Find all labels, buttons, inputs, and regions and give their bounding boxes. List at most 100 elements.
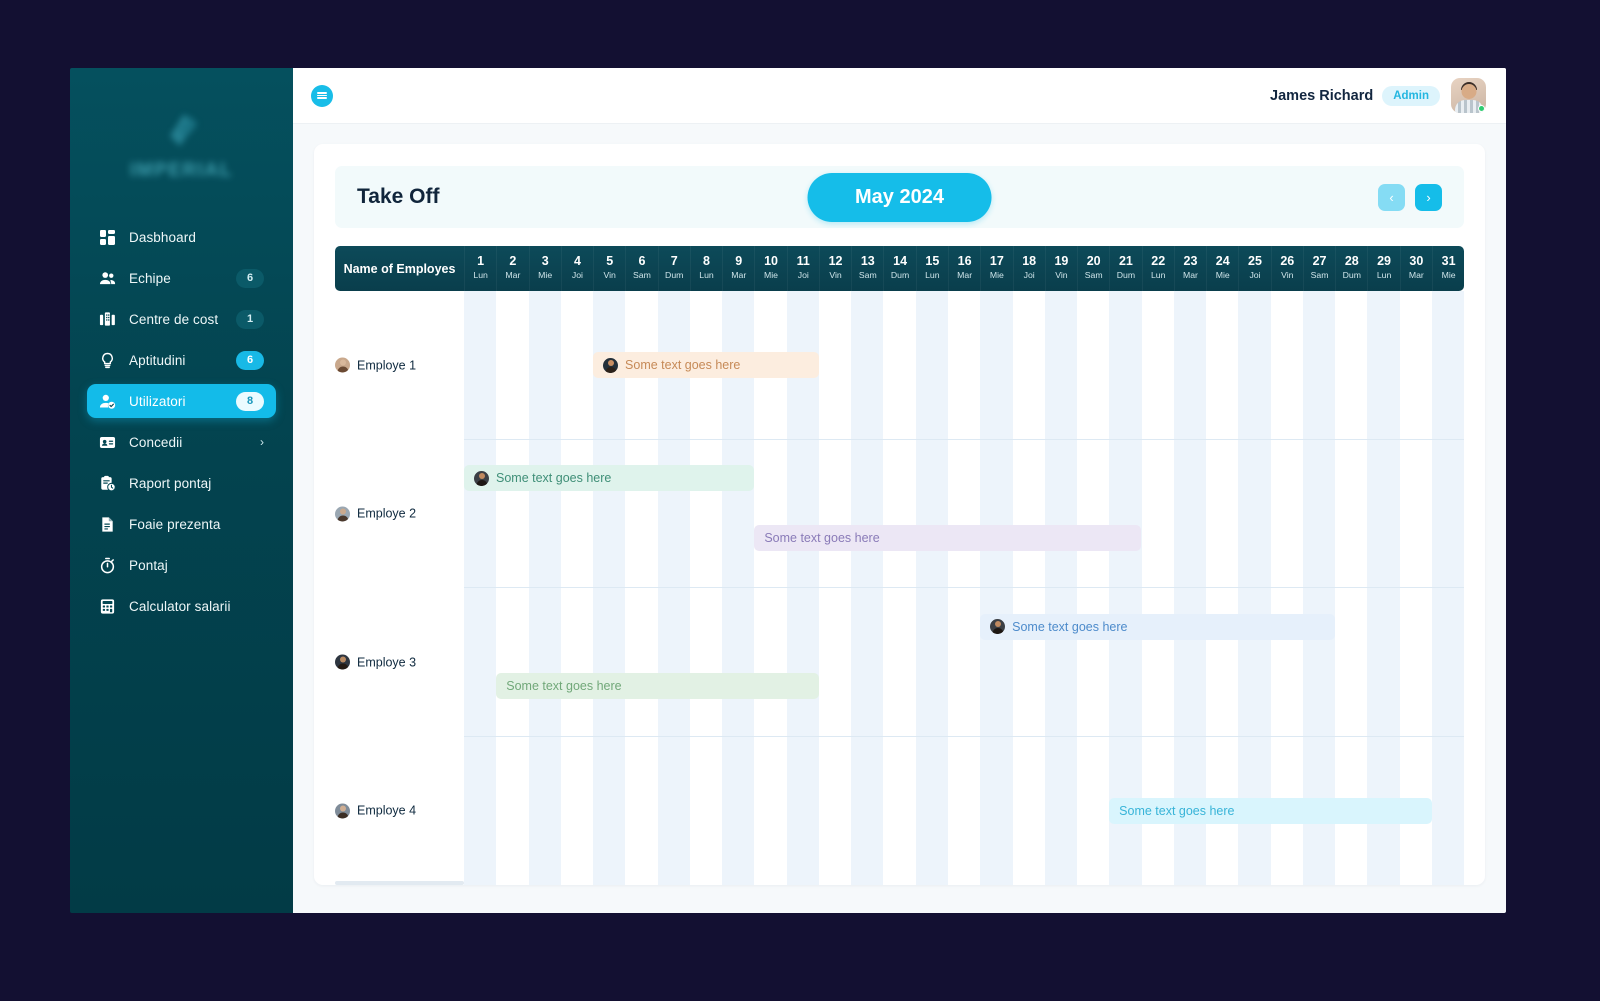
- calendar-day-header-row: Name of Employes 1 Lun 2 Mar 3 Mie 4 Joi 5 Vin 6 Sa…: [335, 246, 1464, 291]
- day-number: 9: [735, 254, 743, 269]
- sidebar-item-raport-pontaj[interactable]: Raport pontaj: [87, 466, 276, 500]
- day-header-cell[interactable]: 17 Mie: [980, 246, 1012, 291]
- sidebar-item-badge: 6: [236, 268, 264, 288]
- day-header-cell[interactable]: 30 Mar: [1399, 246, 1432, 291]
- employee-name-label: Employe 3: [357, 655, 417, 670]
- day-header-cell[interactable]: 16 Mar: [947, 246, 980, 291]
- day-number: 17: [989, 254, 1004, 269]
- sidebar-nav: Dasbhoard Echipe 6 Centre de cost 1 Aptitudin…: [70, 220, 293, 623]
- day-weekday-label: Mie: [764, 270, 779, 281]
- timeline-bar-label: Some text goes here: [625, 358, 741, 373]
- day-weekday-label: Lun: [925, 270, 940, 281]
- day-number: 18: [1022, 254, 1037, 269]
- prev-month-button[interactable]: ‹: [1378, 183, 1405, 211]
- employee-name-cell[interactable]: Employe 2: [335, 506, 416, 522]
- day-weekday-label: Vin: [1055, 270, 1068, 281]
- bar-avatar: [603, 357, 619, 373]
- name-column-header: Name of Employes: [343, 261, 456, 276]
- day-header-cell[interactable]: 19 Vin: [1044, 246, 1077, 291]
- day-header-cell[interactable]: 14 Dum: [883, 246, 915, 291]
- day-header-cell[interactable]: 12 Vin: [818, 246, 851, 291]
- day-header-cell[interactable]: 8 Lun: [689, 246, 722, 291]
- month-selector[interactable]: May 2024: [807, 172, 992, 222]
- sidebar-item-pontaj[interactable]: Pontaj: [87, 548, 276, 582]
- day-header-cell[interactable]: 24 Mie: [1206, 246, 1238, 291]
- employee-name-cell[interactable]: Employe 1: [335, 357, 416, 373]
- employee-name-cell[interactable]: Employe 4: [335, 803, 417, 819]
- timeline-bar[interactable]: Some text goes here: [496, 673, 819, 699]
- day-header-cell[interactable]: 27 Sam: [1302, 246, 1335, 291]
- day-header-cell[interactable]: 29 Lun: [1367, 246, 1399, 291]
- day-number: 25: [1248, 254, 1262, 269]
- sidebar-item-aptitudini[interactable]: Aptitudini 6: [87, 343, 276, 377]
- sidebar-item-utilizatori[interactable]: Utilizatori 8: [87, 384, 276, 418]
- sidebar-item-foaie-prezenta[interactable]: Foaie prezenta: [87, 507, 276, 541]
- day-weekday-label: Mie: [989, 270, 1004, 281]
- day-header-cell[interactable]: 1 Lun: [464, 246, 496, 291]
- day-header-cell[interactable]: 9 Mar: [722, 246, 754, 291]
- employee-name-cell[interactable]: Employe 3: [335, 654, 417, 670]
- sidebar-item-echipe[interactable]: Echipe 6: [87, 261, 276, 295]
- day-header-cell[interactable]: 22 Lun: [1141, 246, 1174, 291]
- day-header-cell[interactable]: 23 Mar: [1173, 246, 1206, 291]
- employee-name-column: Employe 1 Employe 2 Employe 3 Employe 4: [335, 291, 464, 885]
- day-weekday-label: Joi: [571, 270, 583, 281]
- day-header-cell[interactable]: 25 Joi: [1238, 246, 1270, 291]
- sidebar-item-dasbhoard[interactable]: Dasbhoard: [87, 220, 276, 254]
- day-weekday-label: Lun: [1150, 270, 1166, 281]
- sidebar-item-calculator-salarii[interactable]: Calculator salarii: [87, 589, 276, 623]
- day-header-cell[interactable]: 28 Dum: [1335, 246, 1367, 291]
- day-weekday-label: Vin: [829, 270, 842, 281]
- day-header-cell[interactable]: 31 Mie: [1431, 246, 1464, 291]
- day-header-cell[interactable]: 3 Mie: [528, 246, 561, 291]
- app-logo[interactable]: IMPERIAL: [70, 68, 293, 220]
- day-number: 14: [893, 254, 908, 269]
- app-window: IMPERIAL Dasbhoard Echipe 6 Centre de cost 1…: [70, 68, 1506, 913]
- calendar-body: Employe 1 Employe 2 Employe 3 Employe 4 Som…: [335, 291, 1465, 885]
- day-number: 28: [1344, 254, 1359, 269]
- sidebar-item-centre-de-cost[interactable]: Centre de cost 1: [87, 302, 276, 336]
- day-weekday-label: Mar: [1182, 270, 1198, 281]
- sidebar-item-concedii[interactable]: Concedii ›: [87, 425, 276, 459]
- day-number: 4: [573, 254, 581, 269]
- timeline-bar[interactable]: Some text goes here: [980, 613, 1335, 640]
- timeline-bar[interactable]: Some text goes here: [1109, 797, 1432, 824]
- day-number: 10: [764, 254, 778, 269]
- timeline-bar[interactable]: Some text goes here: [593, 352, 819, 379]
- day-number: 7: [670, 254, 678, 269]
- day-weekday-label: Sam: [1084, 270, 1103, 281]
- next-month-button[interactable]: ›: [1415, 183, 1442, 211]
- sidebar-item-label: Foaie prezenta: [129, 516, 221, 532]
- timeline-bar[interactable]: Some text goes here: [754, 524, 1142, 551]
- day-header-cell[interactable]: 15 Lun: [915, 246, 948, 291]
- hamburger-icon[interactable]: [311, 84, 333, 107]
- day-header-cell[interactable]: 13 Sam: [851, 246, 883, 291]
- day-header-cell[interactable]: 5 Vin: [593, 246, 625, 291]
- day-weekday-label: Sam: [1310, 270, 1329, 281]
- sidebar-item-label: Calculator salarii: [129, 598, 231, 614]
- bar-avatar: [990, 619, 1006, 635]
- day-header-cell[interactable]: 10 Mie: [754, 246, 786, 291]
- day-number: 16: [957, 254, 972, 269]
- stopwatch-icon: [99, 557, 116, 574]
- document-icon: [99, 516, 116, 533]
- employee-name-label: Employe 4: [357, 803, 417, 818]
- timeline-bar-label: Some text goes here: [764, 530, 880, 545]
- day-header-cell[interactable]: 11 Joi: [786, 246, 819, 291]
- day-header-cell[interactable]: 6 Sam: [625, 246, 657, 291]
- day-header-cell[interactable]: 7 Dum: [657, 246, 690, 291]
- horizontal-scrollbar[interactable]: [335, 881, 464, 885]
- day-header-cell[interactable]: 26 Vin: [1270, 246, 1303, 291]
- timeline-bar[interactable]: Some text goes here: [464, 465, 755, 492]
- day-header-cell[interactable]: 21 Dum: [1109, 246, 1141, 291]
- avatar-head: [1461, 84, 1476, 99]
- day-number: 24: [1215, 254, 1230, 269]
- avatar[interactable]: [1451, 78, 1486, 113]
- day-number: 22: [1151, 254, 1166, 269]
- day-header-cell[interactable]: 20 Sam: [1077, 246, 1109, 291]
- employee-name-row: Employe 3: [335, 588, 464, 737]
- day-weekday-label: Joi: [1023, 270, 1035, 281]
- day-header-cell[interactable]: 18 Joi: [1012, 246, 1045, 291]
- day-header-cell[interactable]: 2 Mar: [496, 246, 528, 291]
- day-header-cell[interactable]: 4 Joi: [560, 246, 593, 291]
